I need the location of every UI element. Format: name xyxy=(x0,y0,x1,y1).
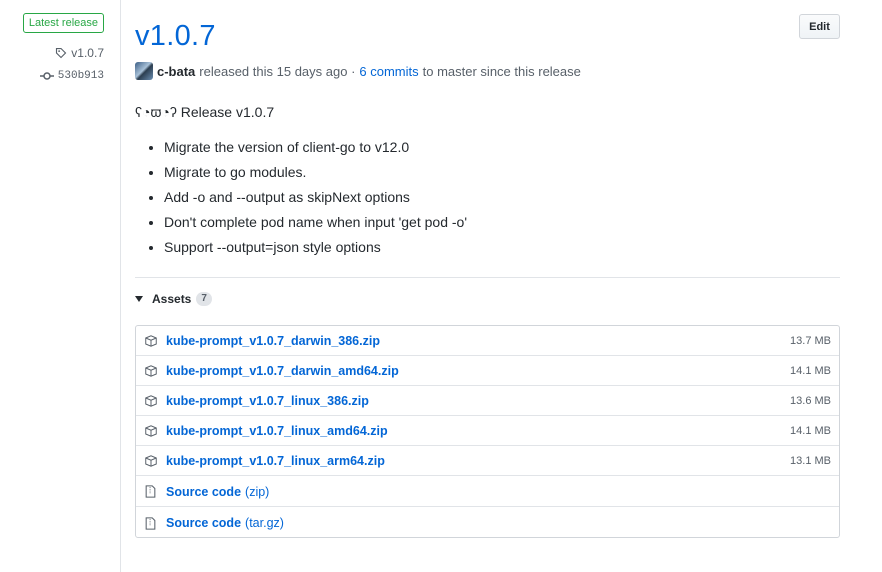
list-item: Migrate the version of client-go to v12.… xyxy=(164,137,467,162)
asset-link[interactable]: kube-prompt_v1.0.7_linux_386.zip xyxy=(166,394,369,408)
release-notes-heading: ʕ◔ϖ◔ʔ Release v1.0.7 xyxy=(135,104,275,120)
tag-icon xyxy=(55,47,67,59)
tag-label: v1.0.7 xyxy=(71,46,104,60)
divider xyxy=(135,277,840,278)
release-meta-sidebar: Latest release v1.0.7 530b913 xyxy=(0,0,121,572)
asset-link[interactable]: kube-prompt_v1.0.7_darwin_amd64.zip xyxy=(166,364,399,378)
asset-size: 13.6 MB xyxy=(790,394,831,407)
list-item: Support --output=json style options xyxy=(164,237,467,262)
commit-link[interactable]: 530b913 xyxy=(39,70,104,82)
assets-label: Assets xyxy=(152,292,192,306)
release-title[interactable]: v1.0.7 xyxy=(135,18,216,54)
commits-link[interactable]: 6 commits xyxy=(359,64,418,79)
commit-sha: 530b913 xyxy=(57,70,104,82)
asset-row: kube-prompt_v1.0.7_linux_arm64.zip 13.1 … xyxy=(136,446,839,476)
source-code-zip-link[interactable]: Source code (zip) xyxy=(166,485,269,499)
caret-down-icon xyxy=(135,296,143,302)
package-icon xyxy=(145,364,161,377)
asset-row: kube-prompt_v1.0.7_darwin_amd64.zip 14.1… xyxy=(136,356,839,386)
package-icon xyxy=(145,334,161,347)
latest-release-badge: Latest release xyxy=(22,13,104,33)
tag-link[interactable]: v1.0.7 xyxy=(55,46,104,60)
package-icon xyxy=(145,454,161,467)
asset-size: 14.1 MB xyxy=(790,424,831,437)
source-code-label: Source code xyxy=(166,516,242,530)
list-item: Don't complete pod name when input 'get … xyxy=(164,212,467,237)
source-code-label: Source code xyxy=(166,484,242,499)
asset-row: kube-prompt_v1.0.7_darwin_386.zip 13.7 M… xyxy=(136,326,839,356)
package-icon xyxy=(145,394,161,407)
author-link[interactable]: c-bata xyxy=(157,64,195,79)
asset-link[interactable]: kube-prompt_v1.0.7_linux_amd64.zip xyxy=(166,424,388,438)
asset-row: Source code (zip) xyxy=(136,477,839,507)
file-zip-icon xyxy=(145,485,161,498)
source-code-targz-link[interactable]: Source code (tar.gz) xyxy=(166,516,284,530)
source-code-suffix: (tar.gz) xyxy=(245,516,284,530)
asset-row: kube-prompt_v1.0.7_linux_amd64.zip 14.1 … xyxy=(136,416,839,446)
release-byline: c-bata released this 15 days ago · 6 com… xyxy=(135,62,581,80)
assets-list: kube-prompt_v1.0.7_darwin_386.zip 13.7 M… xyxy=(135,325,840,538)
asset-row: Source code (tar.gz) xyxy=(136,508,839,538)
asset-link[interactable]: kube-prompt_v1.0.7_linux_arm64.zip xyxy=(166,454,385,468)
file-zip-icon xyxy=(145,516,161,530)
list-item: Migrate to go modules. xyxy=(164,162,467,187)
asset-link[interactable]: kube-prompt_v1.0.7_darwin_386.zip xyxy=(166,334,380,348)
source-code-suffix: (zip) xyxy=(245,484,270,499)
release-notes-list: Migrate the version of client-go to v12.… xyxy=(164,137,467,262)
assets-count-badge: 7 xyxy=(196,292,212,306)
edit-button[interactable]: Edit xyxy=(799,14,840,39)
since-text: to master since this release xyxy=(422,63,581,79)
package-icon xyxy=(145,424,161,437)
asset-row: kube-prompt_v1.0.7_linux_386.zip 13.6 MB xyxy=(136,386,839,416)
asset-size: 13.7 MB xyxy=(790,334,831,347)
asset-size: 13.1 MB xyxy=(790,454,831,467)
commit-icon xyxy=(39,71,54,81)
avatar[interactable] xyxy=(135,62,153,80)
assets-toggle[interactable]: Assets 7 xyxy=(135,292,212,306)
released-text: released this 15 days ago · xyxy=(199,63,356,79)
list-item: Add -o and --output as skipNext options xyxy=(164,187,467,212)
asset-size: 14.1 MB xyxy=(790,364,831,377)
